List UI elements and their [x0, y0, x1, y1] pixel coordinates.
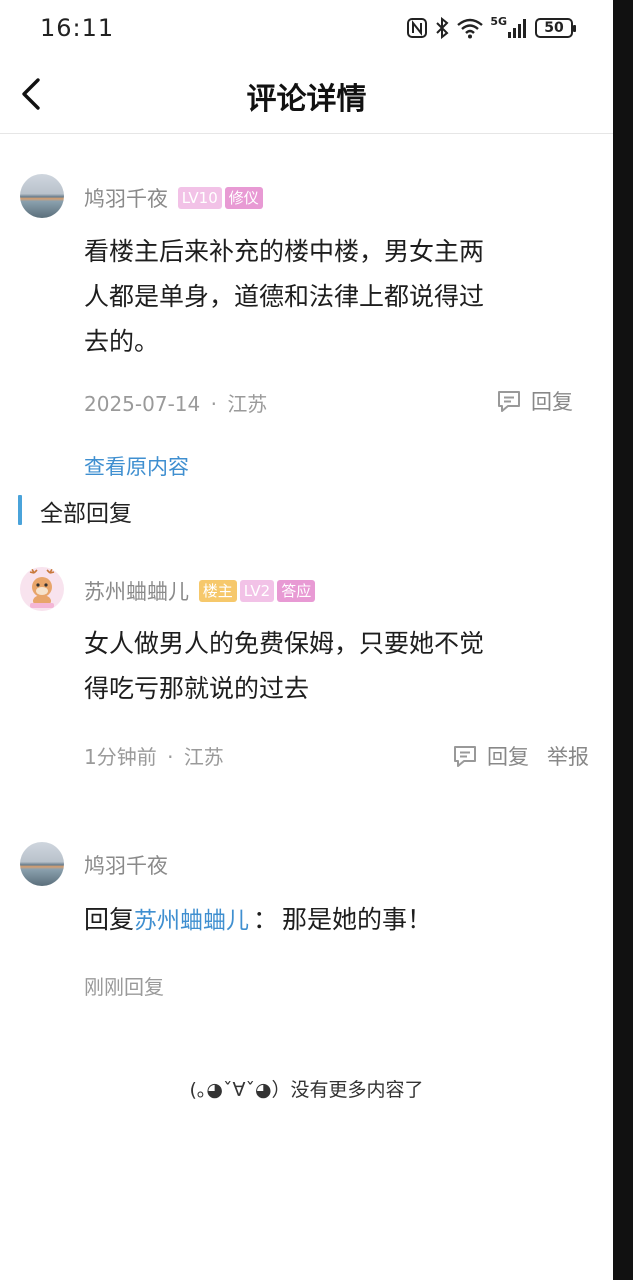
comment-author[interactable]: 鸠羽千夜 LV10 修仪 [84, 183, 263, 213]
meta-separator: · [210, 392, 217, 416]
reply-button[interactable]: 回复 [495, 386, 573, 416]
level-badge: LV10 [177, 187, 222, 209]
reply-meta: 1分钟前 · 江苏 [84, 741, 224, 770]
level-badge: LV2 [239, 580, 275, 602]
author-name[interactable]: 鸠羽千夜 [84, 854, 168, 878]
battery-indicator: 50 [535, 18, 576, 38]
nav-bar: 评论详情 [0, 58, 613, 134]
reply-content: 回复苏州蛐蛐儿：那是她的事！ [84, 897, 432, 944]
nfc-icon [407, 18, 428, 38]
reply-location: 江苏 [183, 745, 224, 769]
reply-line: 女人做男人的免费保姆，只要她不觉 [84, 629, 485, 658]
reply-time: 刚刚回复 [84, 975, 164, 999]
owner-badge: 楼主 [198, 580, 237, 602]
comment-bubble-icon [454, 746, 476, 767]
reply-time: 1分钟前 [84, 745, 157, 769]
page-title: 评论详情 [246, 82, 367, 117]
report-button[interactable]: 举报 [547, 741, 589, 771]
comment-date: 2025-07-14 [84, 392, 201, 416]
comment-line: 看楼主后来补充的楼中楼，男女主两 [84, 237, 485, 266]
reply-content: 女人做男人的免费保姆，只要她不觉 得吃亏那就说的过去 [84, 621, 484, 711]
signal-icon [508, 19, 526, 38]
title-badge: 答应 [277, 580, 316, 602]
comment-content: 看楼主后来补充的楼中楼，男女主两 人都是单身，道德和法律上都说得过 去的。 [84, 229, 484, 364]
network-type: 5G [490, 15, 507, 28]
comment-line: 去的。 [84, 327, 160, 356]
view-original-link[interactable]: 查看原内容 [84, 451, 189, 481]
reply-label: 回复 [531, 390, 573, 414]
status-icons: 5G 50 [406, 15, 576, 40]
reply-text: 那是她的事！ [282, 905, 433, 934]
title-badge: 修仪 [224, 187, 263, 209]
screen-edge [613, 0, 633, 1280]
mention-link[interactable]: 苏州蛐蛐儿 [134, 908, 249, 934]
bluetooth-icon [436, 16, 449, 40]
section-title: 全部回复 [40, 501, 132, 527]
comment-location: 江苏 [227, 392, 268, 416]
status-time: 16:11 [40, 14, 115, 42]
comment-meta: 2025-07-14 · 江苏 [84, 388, 267, 417]
comment-bubble-icon [498, 391, 520, 412]
author-name[interactable]: 苏州蛐蛐儿 [84, 580, 189, 604]
reply-button[interactable]: 回复 [451, 741, 529, 771]
section-accent-bar [18, 495, 22, 525]
meta-separator: · [167, 745, 174, 769]
status-bar: 16:11 5G 50 [0, 0, 613, 58]
reply-label: 回复 [487, 745, 529, 769]
reply-prefix: 回复 [84, 905, 135, 934]
no-more-content: (｡◕ˇ∀ˇ◕）没有更多内容了 [189, 1079, 424, 1101]
avatar[interactable] [20, 174, 64, 218]
comment-line: 人都是单身，道德和法律上都说得过 [84, 282, 485, 311]
wifi-icon [457, 18, 484, 39]
report-label: 举报 [547, 745, 589, 769]
reply-author[interactable]: 苏州蛐蛐儿 楼主 LV2 答应 [84, 576, 316, 606]
reply-author[interactable]: 鸠羽千夜 [84, 850, 168, 880]
avatar[interactable] [20, 567, 64, 611]
avatar[interactable] [20, 842, 64, 886]
reply-colon: ： [253, 905, 279, 934]
reply-line: 得吃亏那就说的过去 [84, 674, 310, 703]
author-name[interactable]: 鸠羽千夜 [84, 187, 168, 211]
deer-avatar-icon [29, 568, 55, 608]
